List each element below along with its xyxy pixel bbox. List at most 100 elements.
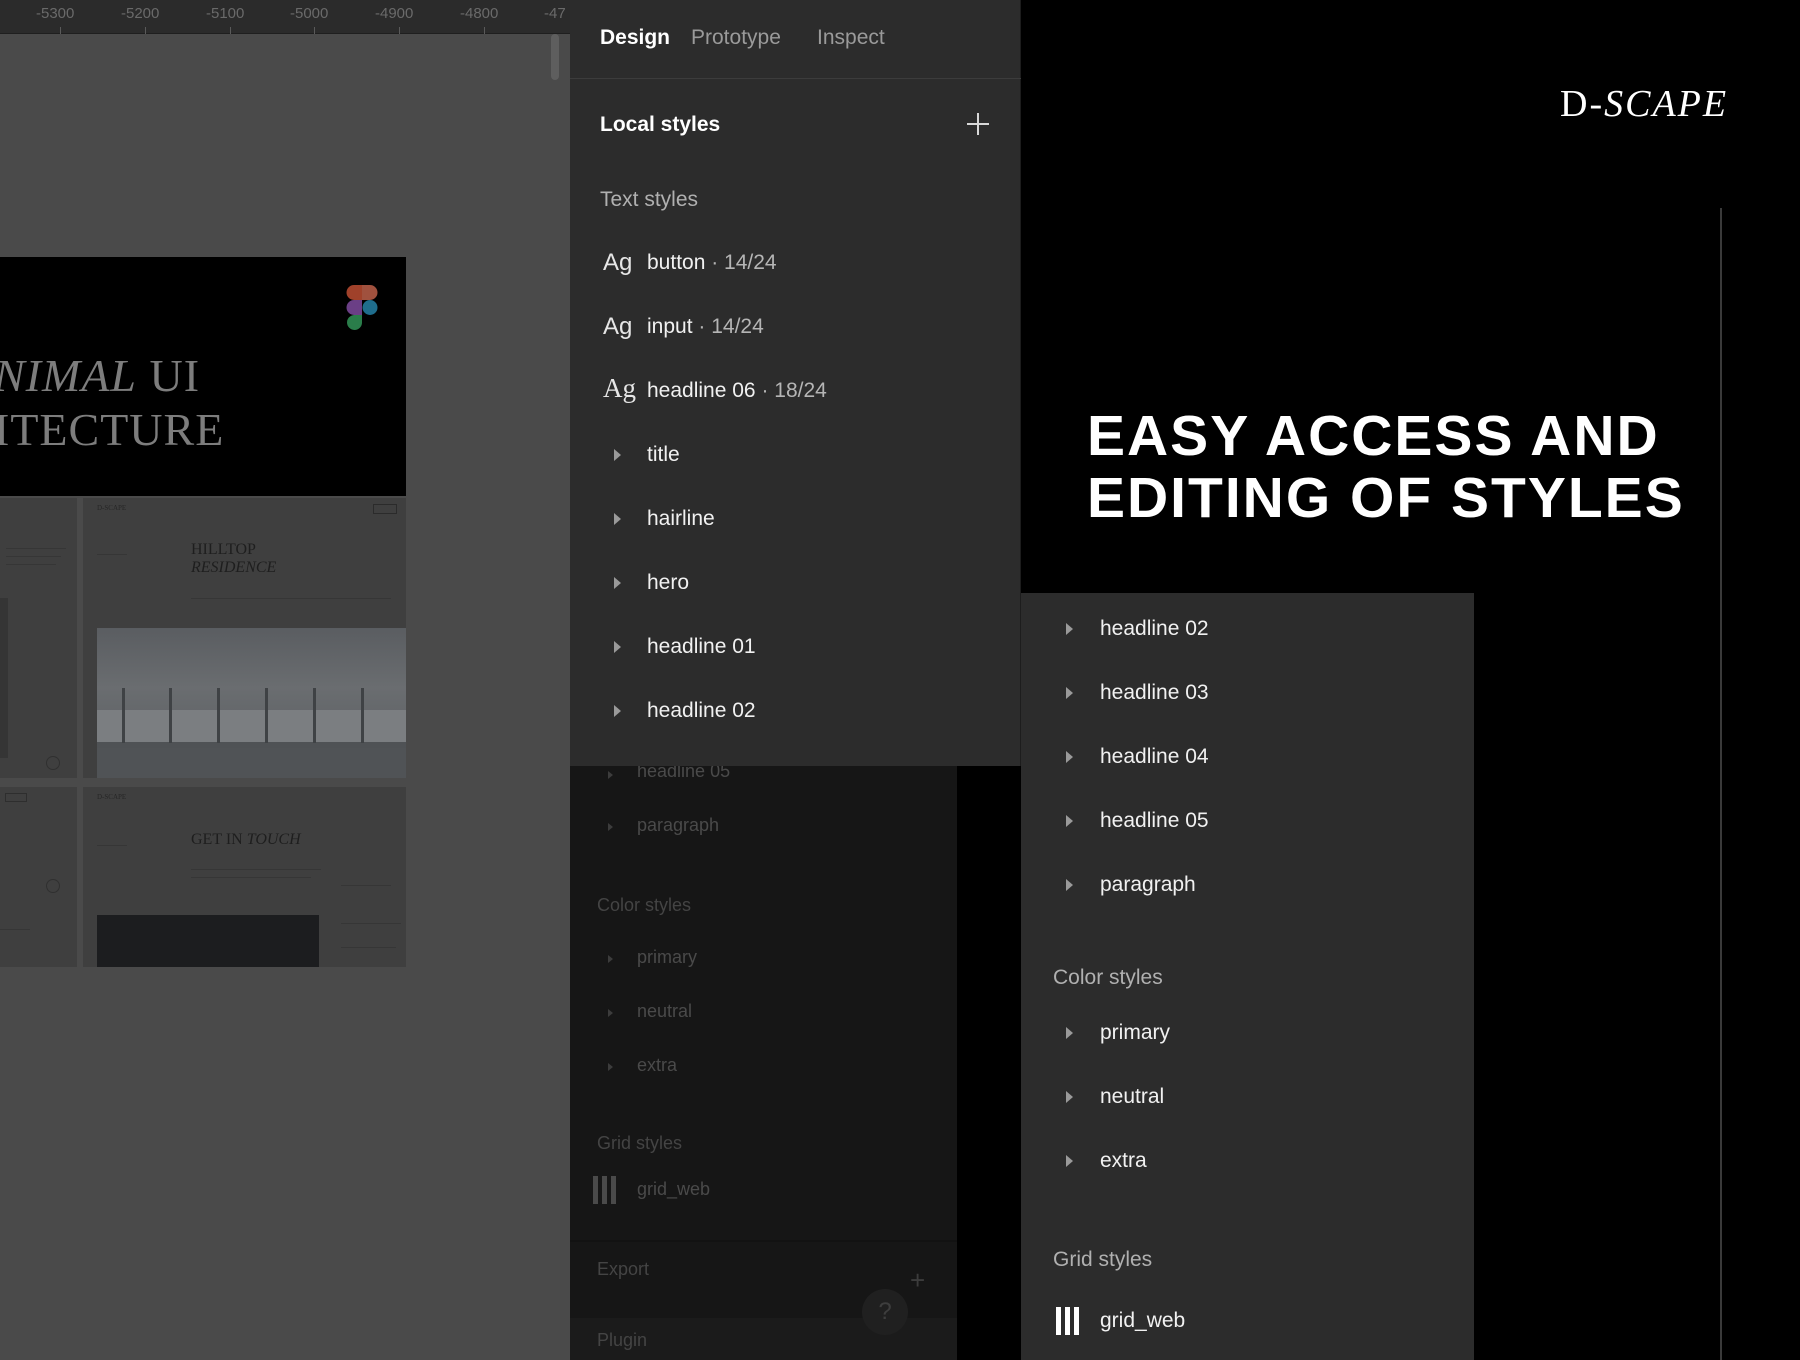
grid-style-grid-web[interactable]: grid_web	[1021, 1301, 1474, 1341]
dim-color-item: extra	[637, 1055, 678, 1075]
thumb-title: HILLTOP RESIDENCE	[191, 541, 276, 577]
text-style-sample-icon: Ag	[603, 313, 633, 340]
help-icon: ?	[862, 1289, 908, 1335]
screenshot-root: -5300 -5200 -5100 -5000 -4900 -4800 -47 …	[0, 0, 1800, 1360]
color-style-extra[interactable]: extra	[1021, 1141, 1474, 1181]
page-thumbnail-contact[interactable]: D-SCAPE GET IN TOUCH	[83, 787, 406, 967]
text-style-label: button · 14/24	[647, 251, 777, 275]
caret-right-icon	[608, 1063, 613, 1071]
style-group-headline-02[interactable]: headline 02	[570, 691, 1021, 731]
thumb-text-line	[6, 548, 66, 549]
thumb-text-line	[6, 564, 56, 565]
dim-style-item: paragraph	[637, 815, 720, 835]
caret-right-icon[interactable]	[614, 705, 621, 717]
hero-title-rest: UI	[137, 350, 201, 401]
ruler-tick: -4900	[375, 5, 414, 22]
tab-prototype[interactable]: Prototype	[691, 26, 781, 50]
ruler-tick: -5100	[206, 5, 245, 22]
text-style-sample-icon: Ag	[603, 373, 636, 403]
text-style-item-headline-06[interactable]: Ag headline 06 · 18/24	[570, 371, 1021, 411]
caret-right-icon[interactable]	[1066, 1091, 1073, 1103]
caret-right-icon[interactable]	[1066, 815, 1073, 827]
style-group-headline-05[interactable]: headline 05	[1021, 801, 1474, 841]
thumb-title: GET IN TOUCH	[191, 831, 301, 849]
brand-logo: D-SCAPE	[1560, 82, 1728, 126]
ruler-tick-mark	[60, 27, 61, 34]
caret-right-icon[interactable]	[1066, 1155, 1073, 1167]
thumb-text-line	[341, 885, 391, 886]
thumb-title-a: HILLTOP	[191, 541, 256, 558]
dim-grid-styles-heading: Grid styles	[597, 1133, 683, 1153]
dim-color-styles-heading: Color styles	[597, 895, 692, 915]
style-group-hairline[interactable]: hairline	[570, 499, 1021, 539]
caret-right-icon[interactable]	[614, 641, 621, 653]
text-style-sample-icon: Ag	[603, 249, 633, 276]
caret-right-icon[interactable]	[614, 449, 621, 461]
color-style-neutral[interactable]: neutral	[1021, 1077, 1474, 1117]
page-thumbnail[interactable]	[0, 787, 77, 967]
style-group-hero[interactable]: hero	[570, 563, 1021, 603]
decorative-vertical-line	[1720, 208, 1722, 1360]
ruler-tick: -4800	[460, 5, 499, 22]
styles-panel-continued: headline 02 headline 03 headline 04 head…	[1021, 593, 1474, 1360]
thumb-title-b: RESIDENCE	[191, 559, 277, 576]
text-style-item-button[interactable]: Ag button · 14/24	[570, 243, 1021, 283]
style-group-label: headline 02	[1100, 617, 1209, 640]
ruler-tick-mark	[484, 27, 485, 34]
thumb-text-line	[191, 869, 321, 870]
thumb-brand: D-SCAPE	[97, 793, 127, 801]
hero-title-line-2: ITECTURE	[0, 404, 225, 455]
caret-right-icon	[608, 955, 613, 963]
caret-right-icon[interactable]	[1066, 1027, 1073, 1039]
style-group-title[interactable]: title	[570, 435, 1021, 475]
add-style-icon[interactable]	[964, 110, 992, 138]
thumb-button	[373, 504, 397, 514]
thumb-text-line	[341, 947, 396, 948]
canvas-scrollbar[interactable]	[551, 34, 559, 80]
caret-right-icon[interactable]	[1066, 751, 1073, 763]
hero-title-line-1: NIMAL UI	[0, 349, 200, 402]
ruler-tick: -5200	[121, 5, 160, 22]
logo-italic: SCAPE	[1604, 83, 1729, 125]
style-group-paragraph[interactable]: paragraph	[1021, 865, 1474, 905]
color-style-label: primary	[1100, 1021, 1171, 1044]
thumb-text-line	[0, 929, 30, 930]
grid-columns-icon	[1056, 1307, 1079, 1335]
page-thumbnail[interactable]	[0, 498, 77, 778]
style-group-label: hero	[647, 571, 690, 594]
color-style-primary[interactable]: primary	[1021, 1013, 1474, 1053]
style-group-headline-01[interactable]: headline 01	[570, 627, 1021, 667]
page-thumbnail-hilltop[interactable]: D-SCAPE HILLTOP RESIDENCE	[83, 498, 406, 778]
text-style-item-input[interactable]: Ag input · 14/24	[570, 307, 1021, 347]
ruler-tick-mark	[145, 27, 146, 34]
design-canvas[interactable]: -5300 -5200 -5100 -5000 -4900 -4800 -47 …	[0, 0, 570, 1360]
thumb-building-graphic	[97, 688, 406, 778]
caret-right-icon[interactable]	[1066, 687, 1073, 699]
style-group-headline-04[interactable]: headline 04	[1021, 737, 1474, 777]
properties-panel: Design Prototype Inspect Local styles Te…	[570, 0, 1021, 766]
grid-columns-icon	[593, 1176, 616, 1204]
hero-frame-preview[interactable]: NIMAL UI ITECTURE	[0, 257, 406, 496]
style-group-headline-03[interactable]: headline 03	[1021, 673, 1474, 713]
text-style-label: input · 14/24	[647, 315, 764, 339]
tab-inspect[interactable]: Inspect	[817, 26, 885, 50]
dim-export-heading: Export	[597, 1259, 650, 1279]
thumb-text-line	[6, 556, 61, 557]
tab-design[interactable]: Design	[600, 26, 670, 50]
text-styles-heading: Text styles	[600, 188, 699, 211]
dim-color-item: neutral	[637, 1001, 693, 1021]
ruler-tick-mark	[399, 27, 400, 34]
style-group-headline-02[interactable]: headline 02	[1021, 609, 1474, 649]
thumb-text-line	[191, 598, 391, 599]
caret-right-icon[interactable]	[614, 513, 621, 525]
caret-right-icon[interactable]	[1066, 879, 1073, 891]
dim-grid-item: grid_web	[637, 1179, 711, 1199]
text-style-size: · 14/24	[692, 315, 764, 338]
text-style-name: input	[647, 315, 693, 338]
hero-title-italic: NIMAL	[0, 350, 137, 401]
ruler-tick: -47	[544, 5, 566, 22]
ruler-tick: -5000	[290, 5, 329, 22]
local-styles-heading: Local styles	[600, 113, 721, 136]
caret-right-icon[interactable]	[614, 577, 621, 589]
caret-right-icon[interactable]	[1066, 623, 1073, 635]
